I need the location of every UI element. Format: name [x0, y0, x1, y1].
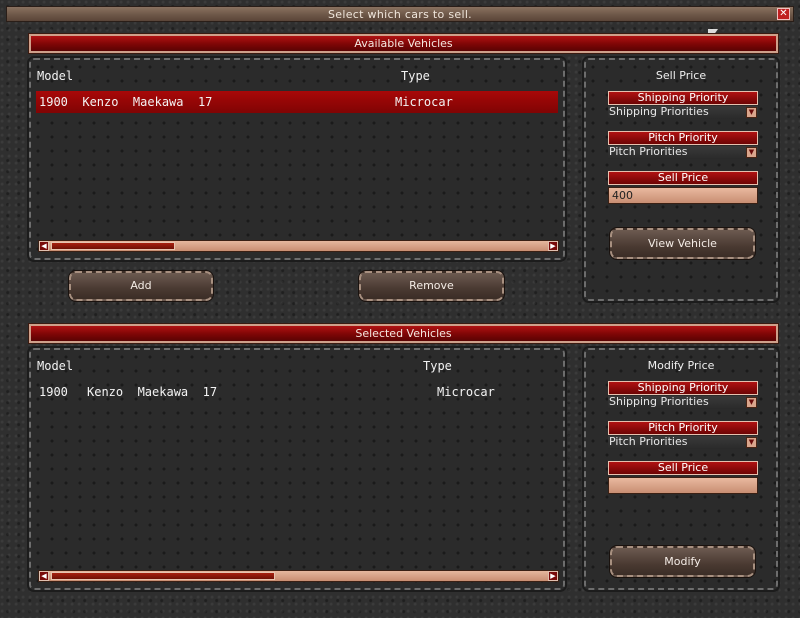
- shipping-priority-label: Shipping Priority: [608, 91, 758, 105]
- remove-button[interactable]: Remove: [358, 270, 505, 302]
- list-item[interactable]: 1900 Kenzo Maekawa 17 Microcar: [36, 381, 558, 403]
- modify-button[interactable]: Modify: [609, 545, 756, 578]
- modify-price-panel: Modify Price Shipping Priority Shipping …: [582, 346, 780, 592]
- modify-price-title: Modify Price: [647, 359, 715, 372]
- scroll-right-icon[interactable]: ▶: [548, 571, 558, 581]
- vehicle-model: Kenzo Maekawa 17: [87, 385, 218, 399]
- dropdown-value: Pitch Priorities: [609, 435, 688, 448]
- column-header-type[interactable]: Type: [423, 359, 452, 373]
- chevron-down-icon[interactable]: ▼: [746, 107, 757, 118]
- vehicle-type: Microcar: [437, 385, 495, 399]
- pitch-priority-dropdown[interactable]: Pitch Priorities ▼: [608, 146, 758, 159]
- sell-price-panel: Sell Price Shipping Priority Shipping Pr…: [582, 56, 780, 303]
- available-horizontal-scrollbar[interactable]: ◀ ▶: [38, 240, 559, 252]
- scroll-left-icon[interactable]: ◀: [39, 241, 49, 251]
- sell-price-label: Sell Price: [608, 171, 758, 185]
- chevron-down-icon[interactable]: ▼: [746, 147, 757, 158]
- modify-price-input[interactable]: [608, 477, 758, 494]
- vehicle-year: 1900: [39, 385, 68, 399]
- add-button[interactable]: Add: [68, 270, 214, 302]
- selected-horizontal-scrollbar[interactable]: ◀ ▶: [38, 570, 559, 582]
- vehicle-model: 1900 Kenzo Maekawa 17: [39, 95, 213, 109]
- close-icon[interactable]: ✕: [777, 8, 790, 20]
- shipping-priority-dropdown[interactable]: Shipping Priorities ▼: [608, 106, 758, 119]
- pitch-priority-label: Pitch Priority: [608, 131, 758, 145]
- chevron-down-icon[interactable]: ▼: [746, 397, 757, 408]
- list-item[interactable]: 1900 Kenzo Maekawa 17 Microcar: [36, 91, 558, 113]
- shipping-priority-dropdown[interactable]: Shipping Priorities ▼: [608, 396, 758, 409]
- available-vehicles-list[interactable]: Model Type 1900 Kenzo Maekawa 17 Microca…: [27, 56, 567, 262]
- sell-price-input[interactable]: 400: [608, 187, 758, 204]
- sell-price-title: Sell Price: [655, 69, 707, 82]
- window-titlebar: Select which cars to sell. ✕: [6, 6, 794, 22]
- column-header-model[interactable]: Model: [37, 359, 73, 373]
- scroll-left-icon[interactable]: ◀: [39, 571, 49, 581]
- dropdown-value: Shipping Priorities: [609, 105, 709, 118]
- column-header-model[interactable]: Model: [37, 69, 73, 83]
- selected-vehicles-list[interactable]: Model Type 1900 Kenzo Maekawa 17 Microca…: [27, 346, 567, 592]
- column-header-type[interactable]: Type: [401, 69, 430, 83]
- dropdown-value: Shipping Priorities: [609, 395, 709, 408]
- view-vehicle-button[interactable]: View Vehicle: [609, 227, 756, 260]
- scroll-right-icon[interactable]: ▶: [548, 241, 558, 251]
- chevron-down-icon[interactable]: ▼: [746, 437, 757, 448]
- pitch-priority-label: Pitch Priority: [608, 421, 758, 435]
- scrollbar-thumb[interactable]: [51, 242, 175, 250]
- sell-price-label: Sell Price: [608, 461, 758, 475]
- selected-vehicles-header: Selected Vehicles: [28, 323, 779, 344]
- vehicle-type: Microcar: [395, 95, 453, 109]
- dropdown-value: Pitch Priorities: [609, 145, 688, 158]
- pitch-priority-dropdown[interactable]: Pitch Priorities ▼: [608, 436, 758, 449]
- window-title: Select which cars to sell.: [328, 8, 472, 21]
- shipping-priority-label: Shipping Priority: [608, 381, 758, 395]
- available-vehicles-header: Available Vehicles: [28, 33, 779, 54]
- scrollbar-thumb[interactable]: [51, 572, 275, 580]
